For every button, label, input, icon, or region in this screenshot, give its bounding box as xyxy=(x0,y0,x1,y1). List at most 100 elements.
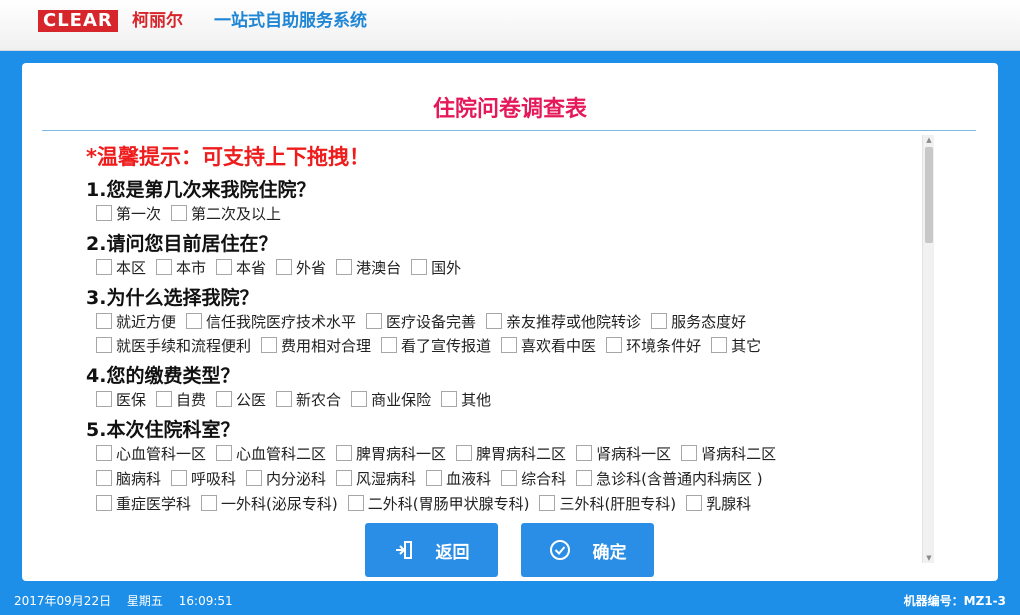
option-checkbox[interactable]: 外省 xyxy=(276,257,326,278)
option-checkbox[interactable]: 脾胃病科一区 xyxy=(336,443,446,464)
checkbox-square[interactable] xyxy=(276,259,293,275)
checkbox-square[interactable] xyxy=(411,259,428,275)
checkbox-square[interactable] xyxy=(576,445,593,461)
checkbox-square[interactable] xyxy=(539,495,556,511)
checkbox-square[interactable] xyxy=(171,205,188,221)
option-checkbox[interactable]: 心血管科二区 xyxy=(216,443,326,464)
option-checkbox[interactable]: 心血管科一区 xyxy=(96,443,206,464)
option-checkbox[interactable]: 二外科(胃肠甲状腺专科) xyxy=(347,493,529,514)
option-checkbox[interactable]: 其它 xyxy=(711,335,761,356)
checkbox-square[interactable] xyxy=(456,445,473,461)
option-label: 商业保险 xyxy=(371,390,432,409)
checkbox-square[interactable] xyxy=(686,495,703,511)
scroll-thumb[interactable] xyxy=(925,147,933,243)
option-checkbox[interactable]: 商业保险 xyxy=(351,389,431,410)
option-label: 喜欢看中医 xyxy=(521,336,597,355)
option-checkbox[interactable]: 服务态度好 xyxy=(651,311,746,332)
checkbox-square[interactable] xyxy=(336,445,353,461)
option-checkbox[interactable]: 血液科 xyxy=(426,468,491,489)
checkbox-square[interactable] xyxy=(486,313,503,329)
footer-datetime: 2017年09月22日 星期五 16:09:51 xyxy=(14,592,245,609)
option-label: 就医手续和流程便利 xyxy=(116,336,252,355)
option-checkbox[interactable]: 国外 xyxy=(411,257,461,278)
checkbox-square[interactable] xyxy=(171,470,188,486)
option-checkbox[interactable]: 亲友推荐或他院转诊 xyxy=(486,311,641,332)
option-checkbox[interactable]: 一外科(泌尿专科) xyxy=(201,493,338,514)
checkbox-square[interactable] xyxy=(201,495,218,511)
option-checkbox[interactable]: 脑病科 xyxy=(96,468,161,489)
checkbox-square[interactable] xyxy=(96,337,112,353)
checkbox-square[interactable] xyxy=(336,470,353,486)
option-checkbox[interactable]: 医疗设备完善 xyxy=(366,311,476,332)
option-checkbox[interactable]: 急诊科(含普通内科病区 ) xyxy=(576,468,763,489)
checkbox-square[interactable] xyxy=(351,391,368,407)
confirm-button[interactable]: 确定 xyxy=(521,523,654,577)
option-checkbox[interactable]: 肾病科二区 xyxy=(681,443,776,464)
option-checkbox[interactable]: 就医手续和流程便利 xyxy=(96,335,251,356)
checkbox-square[interactable] xyxy=(651,313,668,329)
option-checkbox[interactable]: 环境条件好 xyxy=(606,335,701,356)
option-checkbox[interactable]: 三外科(肝胆专科) xyxy=(539,493,676,514)
checkbox-square[interactable] xyxy=(606,337,623,353)
checkbox-square[interactable] xyxy=(336,259,353,275)
scroll-down-arrow-icon[interactable]: ▼ xyxy=(923,553,935,563)
checkbox-square[interactable] xyxy=(216,445,233,461)
option-checkbox[interactable]: 脾胃病科二区 xyxy=(456,443,566,464)
checkbox-square[interactable] xyxy=(576,470,593,486)
checkbox-square[interactable] xyxy=(441,391,458,407)
checkbox-square[interactable] xyxy=(96,259,112,275)
option-checkbox[interactable]: 信任我院医疗技术水平 xyxy=(186,311,356,332)
checkbox-square[interactable] xyxy=(156,259,173,275)
checkbox-square[interactable] xyxy=(96,205,112,221)
page-title: 住院问卷调查表 xyxy=(432,97,587,122)
checkbox-square[interactable] xyxy=(381,337,398,353)
checkbox-square[interactable] xyxy=(186,313,203,329)
option-checkbox[interactable]: 本省 xyxy=(216,257,266,278)
back-button-label: 返回 xyxy=(435,542,470,563)
survey-scroll-area[interactable]: *温馨提示：可支持上下拖拽！ 1.您是第几次来我院住院？ 第一次 第二次及以上 2.请… xyxy=(86,135,922,563)
checkbox-square[interactable] xyxy=(96,495,112,511)
checkbox-square[interactable] xyxy=(216,391,233,407)
scroll-up-arrow-icon[interactable]: ▲ xyxy=(923,135,935,145)
checkbox-square[interactable] xyxy=(276,391,293,407)
checkbox-square[interactable] xyxy=(96,445,112,461)
checkbox-square[interactable] xyxy=(96,470,112,486)
checkbox-square[interactable] xyxy=(96,391,112,407)
option-checkbox[interactable]: 第二次及以上 xyxy=(171,203,281,224)
checkbox-square[interactable] xyxy=(216,259,233,275)
option-checkbox[interactable]: 重症医学科 xyxy=(96,493,191,514)
option-checkbox[interactable]: 其他 xyxy=(441,389,491,410)
checkbox-square[interactable] xyxy=(347,495,364,511)
option-checkbox[interactable]: 呼吸科 xyxy=(171,468,236,489)
option-checkbox[interactable]: 喜欢看中医 xyxy=(501,335,596,356)
checkbox-square[interactable] xyxy=(501,470,518,486)
option-checkbox[interactable]: 内分泌科 xyxy=(246,468,326,489)
option-checkbox[interactable]: 肾病科一区 xyxy=(576,443,671,464)
option-checkbox[interactable]: 看了宣传报道 xyxy=(381,335,491,356)
option-checkbox[interactable]: 自费 xyxy=(156,389,206,410)
vertical-scrollbar[interactable]: ▲ ▼ xyxy=(922,135,934,563)
checkbox-square[interactable] xyxy=(246,470,263,486)
checkbox-square[interactable] xyxy=(96,313,112,329)
option-checkbox[interactable]: 费用相对合理 xyxy=(261,335,371,356)
checkbox-square[interactable] xyxy=(501,337,518,353)
checkbox-square[interactable] xyxy=(261,337,278,353)
option-label: 第二次及以上 xyxy=(191,204,282,223)
checkbox-square[interactable] xyxy=(711,337,728,353)
checkbox-square[interactable] xyxy=(156,391,173,407)
option-checkbox[interactable]: 风湿病科 xyxy=(336,468,416,489)
checkbox-square[interactable] xyxy=(366,313,383,329)
back-button[interactable]: 返回 xyxy=(365,523,498,577)
option-checkbox[interactable]: 医保 xyxy=(96,389,146,410)
checkbox-square[interactable] xyxy=(681,445,698,461)
option-checkbox[interactable]: 新农合 xyxy=(276,389,341,410)
option-checkbox[interactable]: 港澳台 xyxy=(336,257,401,278)
option-checkbox[interactable]: 本市 xyxy=(156,257,206,278)
option-checkbox[interactable]: 综合科 xyxy=(501,468,566,489)
option-checkbox[interactable]: 乳腺科 xyxy=(686,493,751,514)
option-checkbox[interactable]: 公医 xyxy=(216,389,266,410)
option-checkbox[interactable]: 本区 xyxy=(96,257,146,278)
option-checkbox[interactable]: 第一次 xyxy=(96,203,161,224)
option-checkbox[interactable]: 就近方便 xyxy=(96,311,176,332)
checkbox-square[interactable] xyxy=(426,470,443,486)
